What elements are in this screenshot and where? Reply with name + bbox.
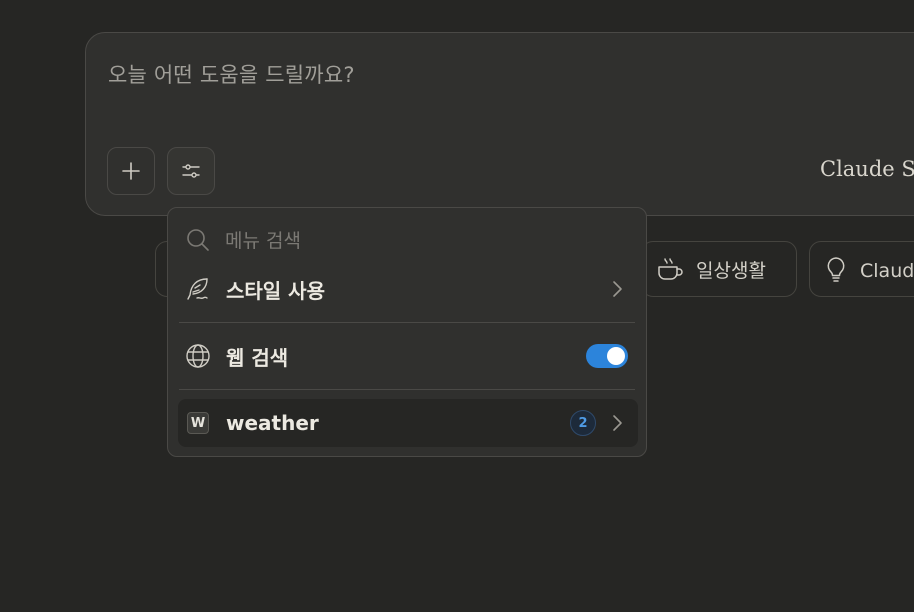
chip-label: 일상생활 bbox=[696, 259, 766, 282]
sliders-icon bbox=[180, 160, 202, 182]
suggestion-chip-claude[interactable]: Claude의 선택 bbox=[809, 241, 914, 297]
suggestion-chip-daily[interactable]: 일상생활 bbox=[641, 241, 797, 297]
tools-button[interactable] bbox=[167, 147, 215, 195]
menu-item-weather[interactable]: W weather 2 bbox=[178, 399, 638, 447]
chevron-right-icon bbox=[610, 413, 624, 433]
web-search-toggle[interactable] bbox=[586, 344, 628, 368]
lightbulb-icon bbox=[824, 255, 848, 283]
menu-divider bbox=[179, 322, 635, 323]
toggle-knob bbox=[607, 347, 625, 365]
search-icon bbox=[185, 227, 211, 253]
tool-count-badge: 2 bbox=[570, 410, 596, 436]
add-attachment-button[interactable] bbox=[107, 147, 155, 195]
menu-divider bbox=[179, 389, 635, 390]
menu-item-web-search[interactable]: 웹 검색 bbox=[178, 332, 638, 380]
weather-integration-icon: W bbox=[187, 412, 209, 434]
chevron-right-icon bbox=[610, 279, 624, 299]
globe-icon bbox=[185, 343, 211, 369]
tools-menu: 메뉴 검색 스타일 사용 웹 검색 W weather 2 bbox=[167, 207, 647, 457]
menu-search-input[interactable]: 메뉴 검색 bbox=[225, 226, 301, 253]
menu-item-label: 웹 검색 bbox=[226, 345, 289, 370]
chat-composer: 오늘 어떤 도움을 드릴까요? Claude Sonnet 4 bbox=[85, 32, 914, 216]
menu-item-style[interactable]: 스타일 사용 bbox=[178, 265, 638, 313]
model-selector[interactable]: Claude Sonnet 4 bbox=[820, 157, 914, 181]
plus-icon bbox=[121, 161, 141, 181]
feather-icon bbox=[185, 276, 211, 302]
page: 오늘 어떤 도움을 드릴까요? Claude Sonnet 4 bbox=[0, 0, 914, 612]
menu-search[interactable]: 메뉴 검색 bbox=[185, 226, 301, 253]
coffee-icon bbox=[656, 256, 684, 282]
menu-item-label: 스타일 사용 bbox=[226, 278, 325, 303]
menu-item-label: weather bbox=[226, 411, 319, 435]
prompt-input[interactable]: 오늘 어떤 도움을 드릴까요? bbox=[108, 59, 355, 89]
chip-label: Claude의 선택 bbox=[860, 259, 914, 282]
